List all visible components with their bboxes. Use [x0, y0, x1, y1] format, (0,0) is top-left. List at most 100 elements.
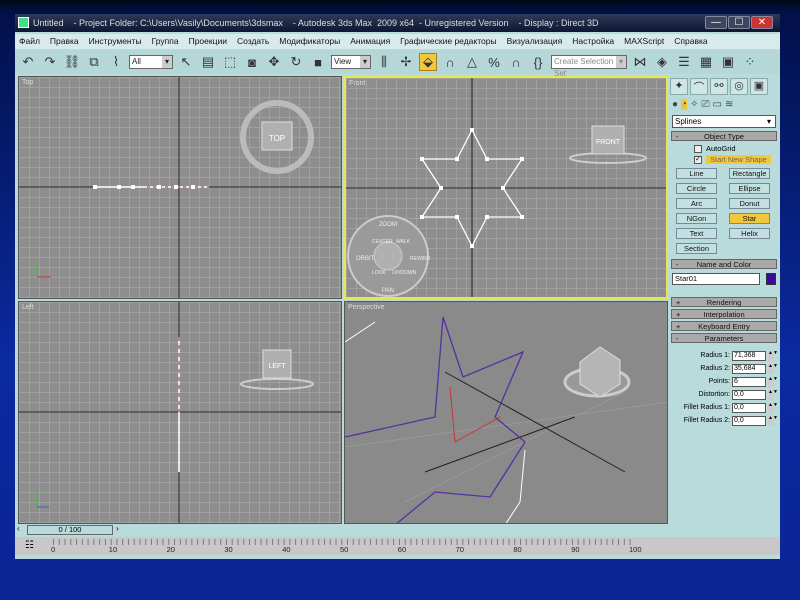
menu-help[interactable]: Справка — [674, 34, 707, 49]
prev-frame-icon[interactable]: ‹ — [17, 524, 20, 533]
curve-editor-icon[interactable]: ▦ — [697, 53, 715, 71]
name-and-color-rollout[interactable]: - Name and Color — [671, 259, 777, 269]
wheel-orbit[interactable]: ORBIT — [356, 256, 375, 262]
viewcube-left-label[interactable]: LEFT — [268, 363, 286, 370]
snap-icon[interactable]: ∩ — [441, 53, 459, 71]
menu-file[interactable]: Файл — [19, 34, 40, 49]
ellipse-button[interactable]: Ellipse — [729, 183, 770, 194]
category-dropdown[interactable]: Splines — [672, 115, 776, 128]
create-tab-icon[interactable]: ✦ — [670, 78, 688, 95]
cameras-icon[interactable]: ⎚ — [701, 99, 709, 110]
wheel-zoom[interactable]: ZOOM — [379, 222, 397, 228]
donut-button[interactable]: Donut — [729, 198, 770, 209]
circle-button[interactable]: Circle — [676, 183, 717, 194]
steering-wheel[interactable]: ZOOM ORBIT CENTER WALK REWIND LOOK UP/DO… — [347, 215, 431, 297]
angle-snap-icon[interactable]: △ — [463, 53, 481, 71]
section-button[interactable]: Section — [676, 243, 717, 254]
curve-editor-mini-icon[interactable]: ☷ — [25, 540, 34, 551]
undo-icon[interactable]: ↶ — [19, 53, 37, 71]
menu-create[interactable]: Создать — [237, 34, 269, 49]
move-icon[interactable]: ✥ — [265, 53, 283, 71]
radius2-input[interactable]: 35,684 — [732, 363, 766, 374]
manipulate-icon[interactable]: ✢ — [397, 53, 415, 71]
radius2-spinner[interactable]: ▲▼ — [768, 363, 778, 374]
points-input[interactable]: 6 — [732, 376, 766, 387]
window-crossing-icon[interactable]: ◙ — [243, 53, 261, 71]
percent-snap-icon[interactable]: % — [485, 53, 503, 71]
wheel-rewind[interactable]: REWIND — [410, 256, 431, 262]
object-type-rollout[interactable]: - Object Type — [671, 131, 777, 141]
menu-customize[interactable]: Настройка — [572, 34, 614, 49]
points-spinner[interactable]: ▲▼ — [768, 376, 778, 387]
mirror-icon[interactable]: ⋈ — [631, 53, 649, 71]
bind-space-warp-icon[interactable]: ⌇ — [107, 53, 125, 71]
menu-group[interactable]: Группа — [152, 34, 179, 49]
redo-icon[interactable]: ↷ — [41, 53, 59, 71]
fillet-radius2-spinner[interactable]: ▲▼ — [768, 415, 778, 426]
select-by-name-icon[interactable]: ▤ — [199, 53, 217, 71]
helpers-icon[interactable]: ▭ — [712, 99, 721, 110]
viewport-top[interactable]: Top TOP — [18, 76, 342, 299]
ngon-button[interactable]: NGon — [676, 213, 717, 224]
lights-icon[interactable]: ✧ — [690, 99, 698, 110]
rect-selection-icon[interactable]: ⬚ — [221, 53, 239, 71]
helix-button[interactable]: Helix — [729, 228, 770, 239]
viewport-front[interactable]: Front FRONT ZOOM ORBIT CENTER WALK REWIN… — [344, 76, 668, 299]
arc-button[interactable]: Arc — [676, 198, 717, 209]
wheel-updown[interactable]: UP/DOWN — [392, 270, 417, 276]
line-button[interactable]: Line — [676, 168, 717, 179]
fillet-radius1-spinner[interactable]: ▲▼ — [768, 402, 778, 413]
menu-edit[interactable]: Правка — [50, 34, 79, 49]
menu-modifiers[interactable]: Модификаторы — [279, 34, 340, 49]
align-icon[interactable]: ◈ — [653, 53, 671, 71]
autogrid-checkbox[interactable] — [694, 144, 702, 153]
maximize-button[interactable]: ☐ — [728, 16, 750, 29]
interpolation-rollout[interactable]: + Interpolation — [671, 309, 777, 319]
object-color-swatch[interactable] — [766, 273, 776, 285]
menu-views[interactable]: Проекции — [189, 34, 227, 49]
fillet-radius2-input[interactable]: 0,0 — [732, 415, 766, 426]
hierarchy-tab-icon[interactable]: ⚯ — [710, 78, 728, 95]
modify-tab-icon[interactable]: ⌒ — [690, 78, 708, 95]
text-button[interactable]: Text — [676, 228, 717, 239]
material-editor-icon[interactable]: ⁘ — [741, 53, 759, 71]
radius1-spinner[interactable]: ▲▼ — [768, 350, 778, 361]
track-bar[interactable]: ☷ 0 10 20 30 40 50 60 70 80 90 100 — [15, 537, 780, 555]
unlink-icon[interactable]: ⧉ — [85, 53, 103, 71]
menu-maxscript[interactable]: MAXScript — [624, 34, 664, 49]
menu-animation[interactable]: Анимация — [350, 34, 390, 49]
shapes-icon[interactable]: ◔ — [681, 99, 688, 110]
viewcube-top-label[interactable]: TOP — [269, 134, 285, 143]
wheel-walk[interactable]: WALK — [396, 239, 411, 245]
scale-icon[interactable]: ■ — [309, 53, 327, 71]
wheel-pan[interactable]: PAN — [382, 288, 394, 294]
start-new-shape-button[interactable]: Start New Shape — [706, 155, 771, 164]
star-button[interactable]: Star — [729, 213, 770, 224]
layer-manager-icon[interactable]: ☰ — [675, 53, 693, 71]
reference-coord-dropdown[interactable]: View — [331, 55, 371, 69]
schematic-view-icon[interactable]: ▣ — [719, 53, 737, 71]
named-selection-icon[interactable]: {} — [529, 53, 547, 71]
menu-tools[interactable]: Инструменты — [89, 34, 142, 49]
distortion-input[interactable]: 0,0 — [732, 389, 766, 400]
named-selection-dropdown[interactable]: Create Selection Set — [551, 55, 627, 78]
viewport-left[interactable]: Left LEFT — [18, 301, 342, 524]
spinner-snap-icon[interactable]: ∩ — [507, 53, 525, 71]
motion-tab-icon[interactable]: ◎ — [730, 78, 748, 95]
time-slider[interactable]: 0 / 100 — [27, 525, 113, 535]
parameters-rollout[interactable]: - Parameters — [671, 333, 777, 343]
distortion-spinner[interactable]: ▲▼ — [768, 389, 778, 400]
select-icon[interactable]: ↖ — [177, 53, 195, 71]
spacewarps-icon[interactable]: ≋ — [725, 99, 733, 110]
wheel-center[interactable]: CENTER — [372, 239, 393, 245]
menu-graph-editors[interactable]: Графические редакторы — [400, 34, 496, 49]
keyboard-shortcut-icon[interactable]: ⬙ — [419, 53, 437, 71]
object-name-input[interactable]: Star01 — [672, 273, 760, 285]
close-button[interactable]: ✕ — [751, 16, 773, 29]
pivot-icon[interactable]: ⫼ — [375, 53, 393, 71]
viewcube-front-label[interactable]: FRONT — [596, 139, 621, 146]
viewport-perspective[interactable]: Perspective — [344, 301, 668, 524]
menu-rendering[interactable]: Визуализация — [507, 34, 563, 49]
selection-filter-dropdown[interactable]: All — [129, 55, 173, 69]
minimize-button[interactable]: — — [705, 16, 727, 29]
